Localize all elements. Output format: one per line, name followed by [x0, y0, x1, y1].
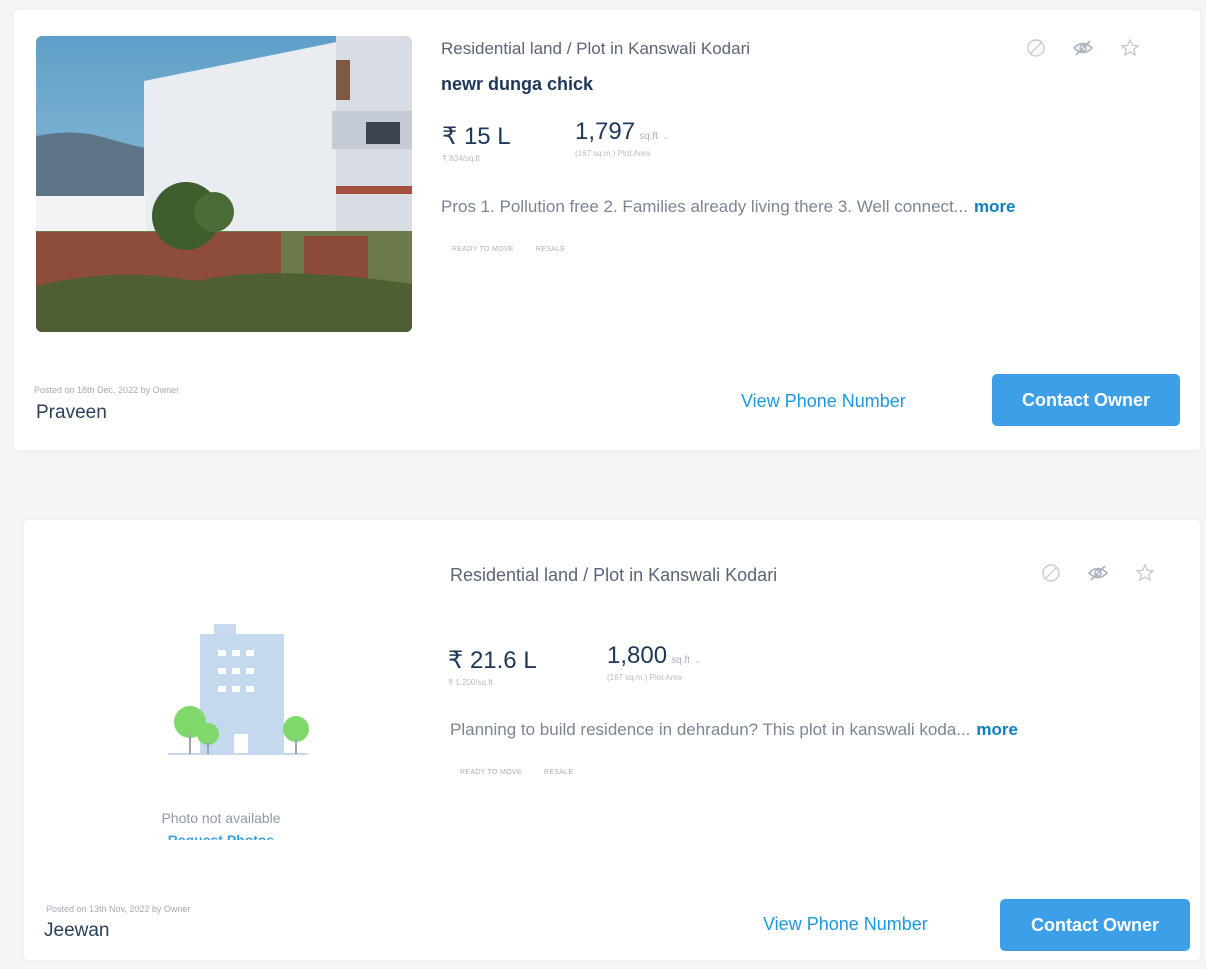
- chevron-down-icon[interactable]: ⌄: [694, 655, 702, 665]
- price-per-sqft: ₹ 1,200/sq.ft: [448, 678, 493, 687]
- photo-placeholder: Photo not available Request Photos: [48, 538, 394, 840]
- price: ₹ 15 L: [442, 123, 511, 150]
- listing-tags: READY TO MOVE RESALE: [456, 767, 577, 778]
- view-phone-number-link[interactable]: View Phone Number: [741, 391, 906, 412]
- property-photo[interactable]: [36, 36, 412, 332]
- photo-not-available-text: Photo not available: [161, 810, 281, 826]
- listing-actions: [1026, 38, 1140, 58]
- area: 1,797 sq.ft ⌄: [575, 118, 670, 146]
- area-block: 1,797 sq.ft ⌄ (167 sq.m.) Plot Area: [575, 118, 670, 158]
- price: ₹ 21.6 L: [448, 647, 537, 674]
- listing-tags: READY TO MOVE RESALE: [448, 244, 569, 255]
- block-icon[interactable]: [1026, 38, 1046, 58]
- building-illustration-icon: [168, 624, 309, 755]
- area-value: 1,797: [575, 118, 636, 145]
- posted-info: Posted on 13th Nov, 2022 by Owner: [46, 904, 191, 914]
- hide-icon[interactable]: [1087, 563, 1109, 583]
- price-block: ₹ 21.6 L ₹ 1,200/sq.ft: [448, 646, 537, 687]
- posted-info: Posted on 16th Dec, 2022 by Owner: [34, 385, 180, 395]
- chevron-down-icon[interactable]: ⌄: [662, 131, 670, 141]
- listing-subtitle[interactable]: newr dunga chick: [441, 74, 593, 95]
- star-icon[interactable]: [1120, 38, 1140, 58]
- area-unit-selector[interactable]: sq.ft: [639, 131, 658, 142]
- contact-owner-button[interactable]: Contact Owner: [1000, 899, 1190, 951]
- listing-title[interactable]: Residential land / Plot in Kanswali Koda…: [441, 39, 750, 59]
- area-sub: (167 sq.m.) Plot Area: [607, 673, 683, 682]
- price-per-sqft: ₹ 834/sq.ft: [442, 154, 480, 163]
- tag-ready-to-move: READY TO MOVE: [452, 246, 514, 253]
- listing-card[interactable]: Residential land / Plot in Kanswali Koda…: [14, 10, 1200, 450]
- contact-owner-button[interactable]: Contact Owner: [992, 374, 1180, 426]
- owner-name: Praveen: [36, 402, 107, 423]
- price-block: ₹ 15 L ₹ 834/sq.ft: [442, 122, 511, 163]
- star-icon[interactable]: [1135, 563, 1155, 583]
- tag-resale: RESALE: [543, 769, 574, 776]
- area-unit-selector[interactable]: sq.ft: [671, 655, 690, 666]
- listing-title[interactable]: Residential land / Plot in Kanswali Koda…: [450, 565, 777, 586]
- hide-icon[interactable]: [1072, 38, 1094, 58]
- more-link[interactable]: more: [974, 197, 1016, 216]
- listing-description: Planning to build residence in dehradun?…: [450, 720, 1018, 740]
- tag-resale: RESALE: [535, 246, 566, 253]
- description-text: Planning to build residence in dehradun?…: [450, 720, 971, 739]
- area-value: 1,800: [607, 642, 668, 669]
- request-photos-link[interactable]: Request Photos: [48, 832, 394, 840]
- view-phone-number-link[interactable]: View Phone Number: [763, 914, 928, 935]
- owner-name: Jeewan: [44, 920, 110, 941]
- listing-description: Pros 1. Pollution free 2. Families alrea…: [441, 197, 1016, 217]
- tag-ready-to-move: READY TO MOVE: [460, 769, 522, 776]
- more-link[interactable]: more: [976, 720, 1018, 739]
- area-sub: (167 sq.m.) Plot Area: [575, 149, 651, 158]
- listing-actions: [1041, 563, 1155, 583]
- area: 1,800 sq.ft ⌄: [607, 642, 702, 670]
- description-text: Pros 1. Pollution free 2. Families alrea…: [441, 197, 968, 216]
- block-icon[interactable]: [1041, 563, 1061, 583]
- listing-card[interactable]: Photo not available Request Photos Resid…: [24, 520, 1200, 960]
- area-block: 1,800 sq.ft ⌄ (167 sq.m.) Plot Area: [607, 642, 702, 682]
